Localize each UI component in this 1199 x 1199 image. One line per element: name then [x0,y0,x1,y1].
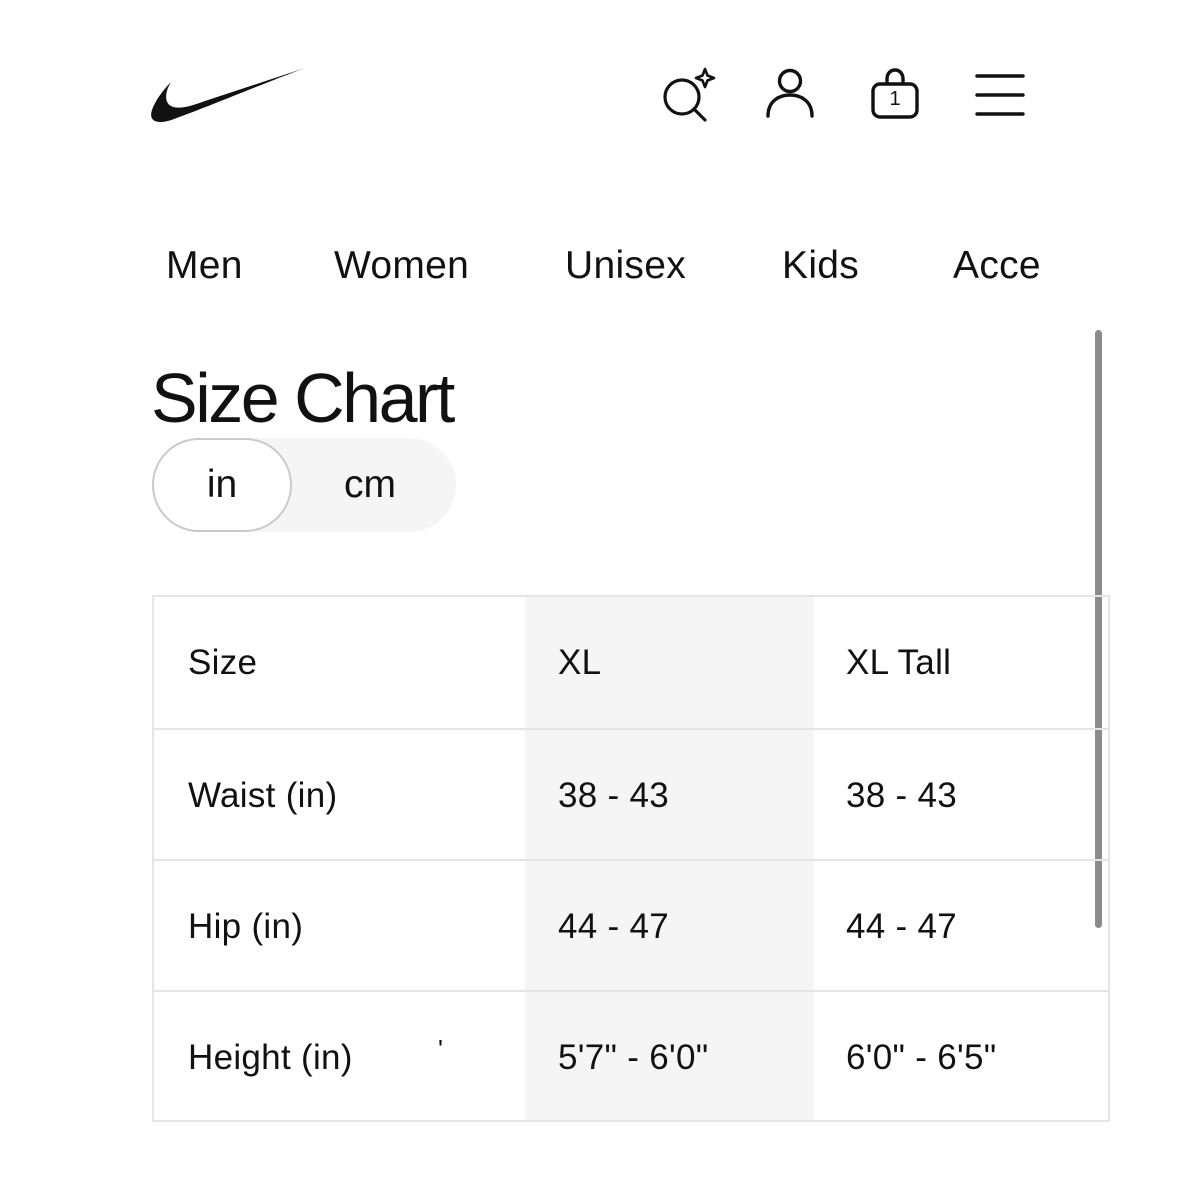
row-label-hip: Hip (in) [188,906,304,946]
row-label-waist: Waist (in) [188,775,338,815]
swoosh-logo-icon[interactable] [150,66,308,124]
stray-mark: ' [438,1034,443,1064]
table-row-waist: Waist (in) 38 - 43 38 - 43 [154,730,1108,861]
unit-toggle: in cm [152,438,456,532]
header-size-xl: XL [558,642,602,682]
table-row-height: Height (in) ' 5'7" - 6'0" 6'0" - 6'5" [154,992,1108,1120]
cell-hip-xl: 44 - 47 [558,906,670,946]
cell-hip-xl-tall: 44 - 47 [846,906,958,946]
cell-waist-xl-tall: 38 - 43 [846,775,958,815]
ai-search-icon[interactable] [656,64,716,124]
unit-option-in[interactable]: in [152,438,292,532]
row-label-height: Height (in) [188,1037,353,1077]
category-men[interactable]: Men [166,238,243,294]
table-row-hip: Hip (in) 44 - 47 44 - 47 [154,861,1108,992]
cell-waist-xl: 38 - 43 [558,775,670,815]
page-title: Size Chart [151,359,455,437]
cell-height-xl-tall: 6'0" - 6'5" [846,1037,997,1077]
unit-option-cm[interactable]: cm [292,438,456,532]
header-size-xl-tall: XL Tall [846,642,952,682]
category-accessories[interactable]: Acce [953,238,1041,294]
category-women[interactable]: Women [334,238,469,294]
table-header-row: Size XL XL Tall [154,597,1108,728]
category-nav: Men Women Unisex Kids Acce [166,238,1050,298]
cell-height-xl: 5'7" - 6'0" [558,1037,709,1077]
size-chart-table: Size XL XL Tall Waist (in) 38 - 43 38 - … [152,595,1110,1122]
account-icon[interactable] [760,64,820,124]
bag-icon[interactable]: 1 [865,64,925,124]
header-label-size: Size [188,642,258,682]
category-kids[interactable]: Kids [782,238,859,294]
category-unisex[interactable]: Unisex [565,238,686,294]
menu-icon[interactable] [970,64,1030,124]
bag-count: 1 [889,88,901,110]
